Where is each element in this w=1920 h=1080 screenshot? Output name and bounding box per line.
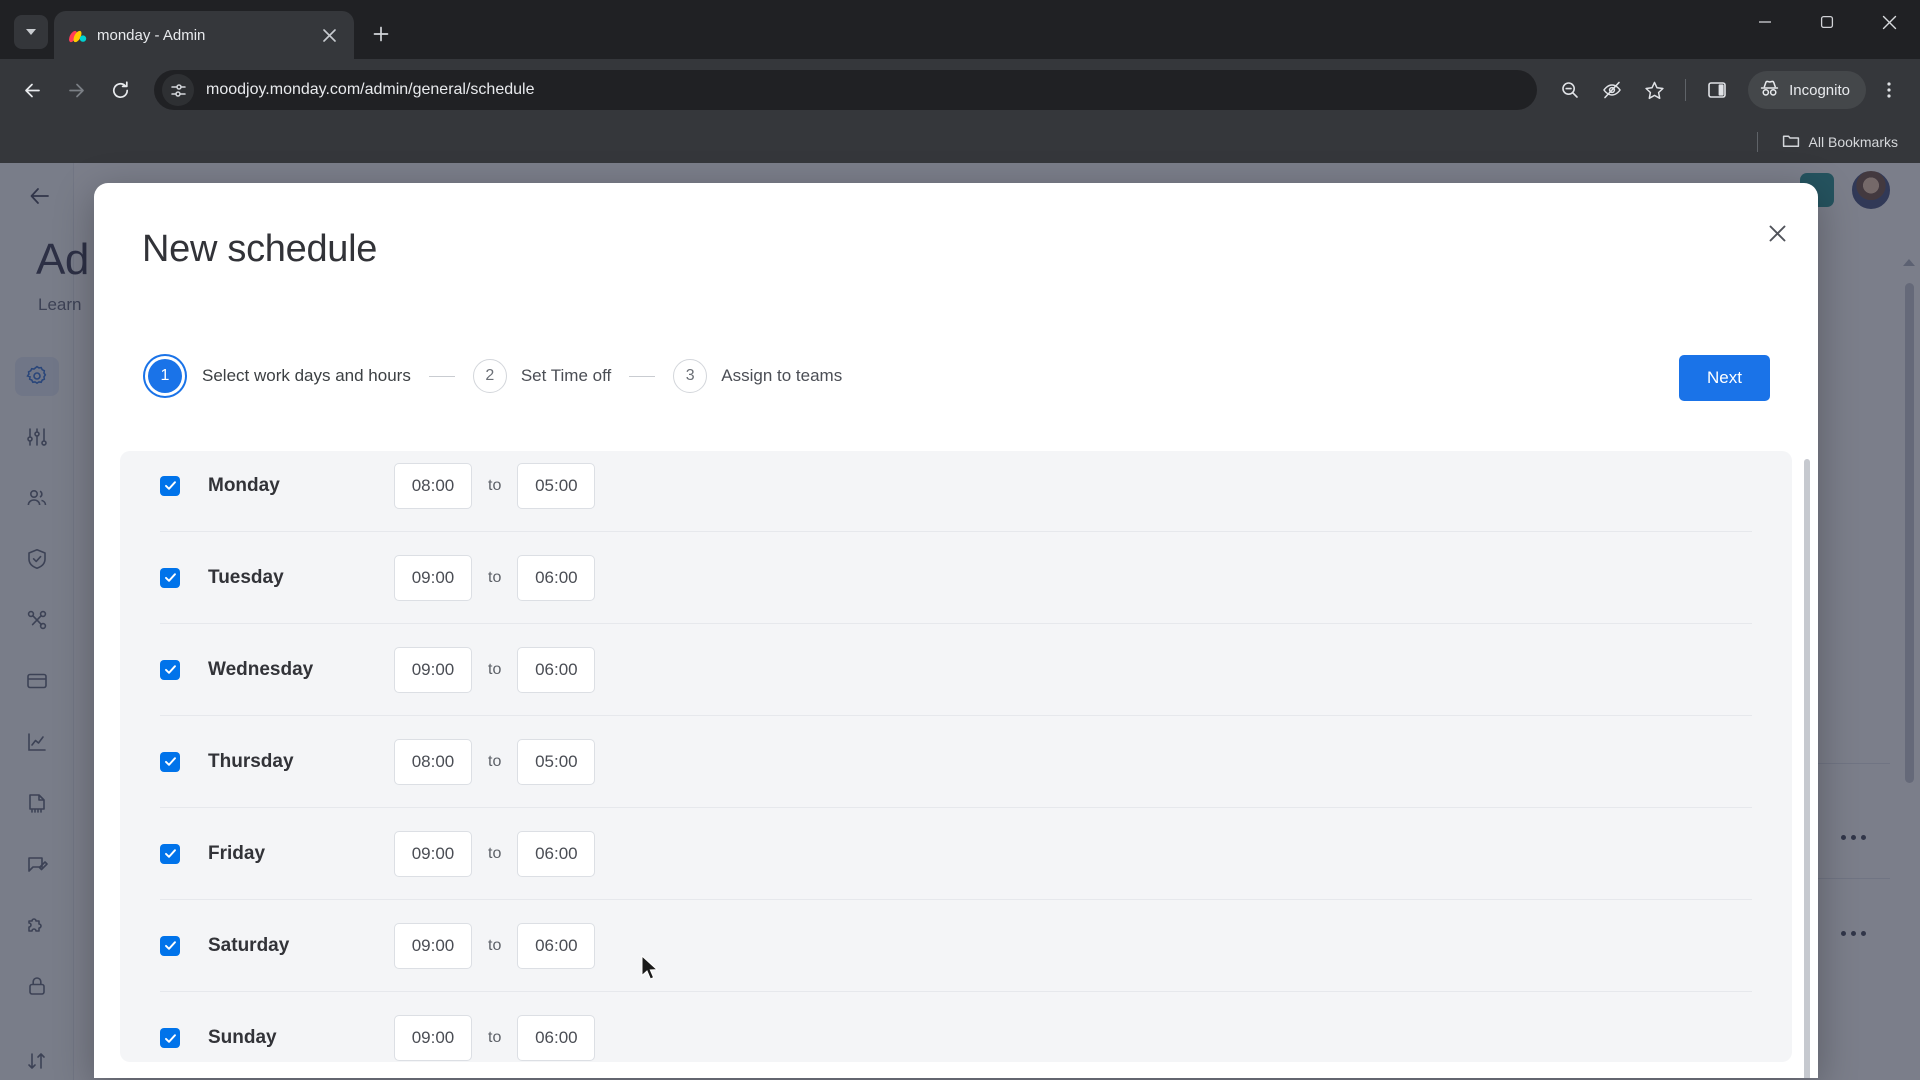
to-label: to (488, 660, 502, 678)
day-checkbox[interactable] (160, 1028, 180, 1048)
to-label: to (488, 568, 502, 586)
start-time-input[interactable]: 09:00 (394, 646, 472, 693)
side-panel-icon[interactable] (1698, 71, 1736, 109)
day-row: Friday 09:00 to 06:00 (160, 808, 1752, 900)
step-3-label: Assign to teams (721, 366, 843, 385)
all-bookmarks-label: All Bookmarks (1808, 134, 1898, 150)
start-time-input[interactable]: 09:00 (394, 922, 472, 969)
day-checkbox[interactable] (160, 567, 180, 588)
eye-slash-icon[interactable] (1593, 71, 1631, 109)
step-connector (428, 375, 455, 377)
browser-window: monday - Admin moodjoy.monday.com/admin/… (0, 0, 1920, 1080)
new-schedule-modal: New schedule 1 Select work days and hour… (94, 183, 1818, 1078)
close-tab-icon[interactable] (316, 22, 342, 48)
all-bookmarks-button[interactable]: All Bookmarks (1774, 128, 1906, 157)
start-time-input[interactable]: 08:00 (394, 738, 472, 785)
close-window-button[interactable] (1858, 0, 1920, 44)
site-settings-icon[interactable] (162, 74, 194, 106)
browser-toolbar: moodjoy.monday.com/admin/general/schedul… (0, 59, 1920, 121)
incognito-label: Incognito (1789, 81, 1850, 99)
reload-icon[interactable] (100, 70, 140, 110)
end-time-input[interactable]: 06:00 (517, 1015, 596, 1061)
close-icon[interactable] (1760, 216, 1794, 250)
work-days-panel: Monday 08:00 to 05:00 Tuesday 09:00 to 06:00 Wed… (120, 451, 1792, 1062)
day-row: Tuesday 09:00 to 06:00 (160, 532, 1752, 624)
start-time-input[interactable]: 09:00 (394, 1015, 472, 1061)
day-checkbox[interactable] (160, 475, 180, 496)
incognito-icon (1759, 78, 1780, 103)
to-label: to (488, 476, 502, 494)
day-label: Wednesday (208, 658, 314, 680)
window-controls (1734, 0, 1920, 44)
new-tab-button[interactable] (364, 17, 398, 51)
address-bar[interactable]: moodjoy.monday.com/admin/general/schedul… (154, 70, 1538, 110)
tab-title: monday - Admin (97, 26, 206, 44)
step-1[interactable]: 1 Select work days and hours (142, 359, 411, 393)
modal-scrollbar[interactable] (1804, 459, 1810, 1078)
zoom-out-icon[interactable] (1551, 71, 1589, 109)
to-label: to (488, 1029, 502, 1046)
step-3-number: 3 (673, 359, 708, 393)
bookmarks-bar: All Bookmarks (0, 121, 1920, 163)
bookmark-star-icon[interactable] (1635, 71, 1673, 109)
day-label: Thursday (208, 750, 294, 772)
folder-icon (1782, 132, 1800, 153)
start-time-input[interactable]: 09:00 (394, 554, 472, 601)
minimize-button[interactable] (1734, 0, 1796, 44)
step-2-number: 2 (472, 359, 507, 393)
to-label: to (488, 752, 502, 770)
next-button[interactable]: Next (1679, 355, 1770, 401)
day-label: Monday (208, 474, 280, 496)
step-2[interactable]: 2 Set Time off (472, 359, 612, 393)
to-label: to (488, 936, 502, 954)
maximize-button[interactable] (1796, 0, 1858, 44)
incognito-indicator[interactable]: Incognito (1748, 71, 1866, 109)
start-time-input[interactable]: 08:00 (394, 462, 472, 509)
end-time-input[interactable]: 06:00 (517, 554, 596, 601)
tab-strip: monday - Admin (0, 0, 1920, 59)
day-label: Friday (208, 842, 266, 864)
day-checkbox[interactable] (160, 751, 180, 772)
step-3[interactable]: 3 Assign to teams (673, 359, 842, 393)
day-row: Sunday 09:00 to 06:00 (160, 992, 1752, 1062)
chrome-menu-icon[interactable] (1870, 71, 1908, 109)
bookmarks-divider (1756, 132, 1758, 152)
day-row: Wednesday 09:00 to 06:00 (160, 624, 1752, 716)
day-label: Sunday (208, 1027, 277, 1048)
wizard-stepper: 1 Select work days and hours 2 Set Time … (142, 359, 842, 393)
browser-tab[interactable]: monday - Admin (54, 11, 354, 59)
work-days-list: Monday 08:00 to 05:00 Tuesday 09:00 to 06:00 Wed… (120, 451, 1792, 1062)
to-label: to (488, 844, 502, 862)
monday-logo-icon (68, 26, 87, 45)
step-2-label: Set Time off (520, 366, 612, 385)
end-time-input[interactable]: 06:00 (517, 830, 596, 877)
modal-title: New schedule (142, 228, 378, 270)
end-time-input[interactable]: 05:00 (517, 462, 596, 509)
end-time-input[interactable]: 06:00 (517, 646, 596, 693)
step-1-number: 1 (148, 359, 182, 393)
day-row: Thursday 08:00 to 05:00 (160, 716, 1752, 808)
toolbar-divider (1685, 79, 1687, 101)
tab-search-button[interactable] (14, 15, 48, 49)
day-row: Saturday 09:00 to 06:00 (160, 900, 1752, 992)
end-time-input[interactable]: 05:00 (517, 738, 596, 785)
end-time-input[interactable]: 06:00 (517, 922, 596, 969)
start-time-input[interactable]: 09:00 (394, 830, 472, 877)
day-label: Saturday (208, 934, 290, 956)
day-checkbox[interactable] (160, 935, 180, 956)
day-checkbox[interactable] (160, 659, 180, 680)
day-checkbox[interactable] (160, 843, 180, 864)
step-1-label: Select work days and hours (202, 366, 411, 385)
url-text: moodjoy.monday.com/admin/general/schedul… (206, 81, 535, 98)
day-label: Tuesday (208, 566, 284, 588)
day-row: Monday 08:00 to 05:00 (160, 451, 1752, 532)
back-arrow-icon[interactable] (12, 70, 52, 110)
chevron-down-icon (26, 29, 36, 35)
forward-arrow-icon[interactable] (56, 70, 96, 110)
step-connector (629, 375, 656, 377)
